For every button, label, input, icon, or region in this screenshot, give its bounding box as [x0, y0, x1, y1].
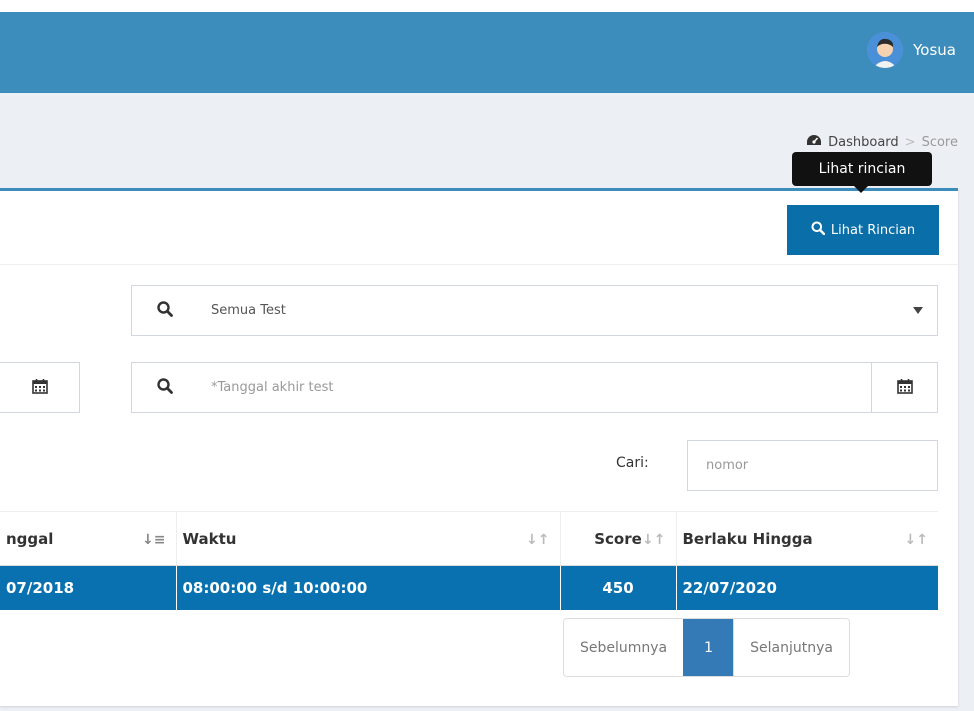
- search-label: Cari:: [616, 455, 649, 471]
- breadcrumb-current: Score: [921, 134, 958, 150]
- chevron-down-icon: [913, 307, 923, 314]
- breadcrumb-dashboard-link[interactable]: Dashboard: [828, 135, 899, 150]
- test-select-value: Semua Test: [211, 303, 286, 318]
- user-name[interactable]: Yosua: [913, 41, 956, 59]
- column-header-label: Waktu: [182, 529, 237, 548]
- cell-valid-until: 22/07/2020: [675, 565, 938, 610]
- sort-icon: ↓↑: [526, 532, 550, 548]
- column-header-score[interactable]: Score ↓↑: [559, 511, 676, 566]
- view-detail-button[interactable]: Lihat Rincian: [787, 205, 939, 255]
- detail-tooltip: Lihat rincian: [792, 152, 932, 193]
- column-header-date[interactable]: nggal ↓≡: [0, 511, 176, 566]
- sort-icon: ↓↑: [904, 532, 928, 548]
- user-menu[interactable]: Yosua: [867, 30, 956, 70]
- column-header-label: Berlaku Hingga: [682, 529, 813, 548]
- calendar-icon: [31, 378, 48, 398]
- pagination-page-1[interactable]: 1: [683, 619, 734, 676]
- pagination-next[interactable]: Selanjutnya: [733, 619, 849, 676]
- table-header-row: nggal ↓≡ Waktu ↓↑ Score ↓↑ Berlaku Hingg…: [0, 511, 938, 566]
- start-date-calendar-button[interactable]: [0, 362, 80, 413]
- view-detail-label: Lihat Rincian: [830, 222, 916, 238]
- pagination: Sebelumnya 1 Selanjutnya: [563, 618, 850, 677]
- cell-time: 08:00:00 s/d 10:00:00: [175, 565, 560, 610]
- sort-icon: ↓↑: [642, 532, 666, 548]
- test-select[interactable]: Semua Test: [197, 285, 938, 336]
- user-avatar-icon: [867, 32, 904, 68]
- breadcrumb-separator: >: [904, 134, 916, 150]
- pagination-prev[interactable]: Sebelumnya: [564, 619, 684, 676]
- column-header-time[interactable]: Waktu ↓↑: [175, 511, 560, 566]
- score-panel: Lihat Rincian Semua Test *Tanggal akhir …: [0, 188, 958, 706]
- column-header-label: nggal: [6, 529, 54, 548]
- table-row[interactable]: 07/2018 08:00:00 s/d 10:00:00 450 22/07/…: [0, 565, 938, 610]
- cell-score: 450: [559, 565, 676, 610]
- score-table: nggal ↓≡ Waktu ↓↑ Score ↓↑ Berlaku Hingg…: [0, 511, 938, 610]
- end-date-calendar-button[interactable]: [871, 362, 938, 413]
- test-select-addon: [131, 285, 198, 336]
- search-icon: [156, 377, 173, 398]
- breadcrumb: Dashboard > Score: [806, 133, 958, 151]
- end-date-addon: [131, 362, 198, 413]
- column-header-label: Score: [594, 529, 642, 548]
- end-date-input[interactable]: [197, 362, 872, 413]
- calendar-icon: [896, 378, 913, 398]
- panel-header: Lihat Rincian: [0, 191, 958, 265]
- top-navbar: Yosua: [0, 12, 974, 93]
- column-header-valid-until[interactable]: Berlaku Hingga ↓↑: [675, 511, 938, 566]
- search-icon: [156, 300, 173, 321]
- cell-date: 07/2018: [0, 565, 176, 610]
- dashboard-icon: [806, 133, 822, 151]
- search-icon: [811, 221, 826, 239]
- top-strip: [0, 0, 974, 12]
- sort-desc-icon: ↓≡: [142, 532, 166, 548]
- search-input[interactable]: [687, 440, 938, 491]
